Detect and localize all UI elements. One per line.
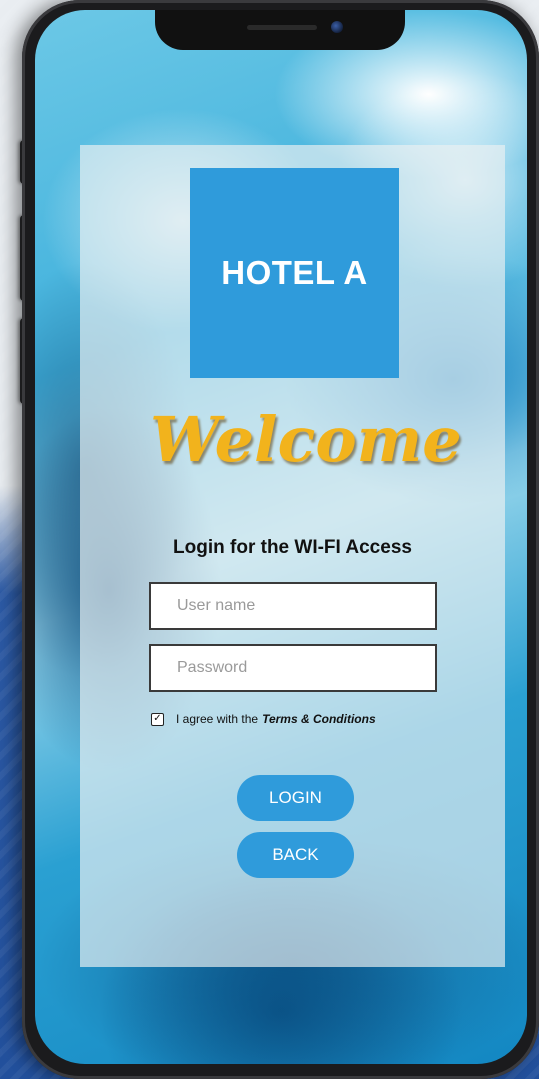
speaker-grille xyxy=(247,25,317,30)
welcome-heading: Welcome xyxy=(150,403,462,476)
hotel-logo-text: HOTEL A xyxy=(221,254,368,291)
hotel-logo: HOTEL A xyxy=(190,168,399,378)
agree-text: I agree with the xyxy=(176,712,259,726)
login-subtitle: Login for the WI-FI Access xyxy=(173,537,412,558)
password-input[interactable] xyxy=(149,644,437,692)
login-button[interactable]: LOGIN xyxy=(237,775,354,821)
check-icon: ✓ xyxy=(153,713,162,724)
username-input[interactable] xyxy=(149,582,437,630)
terms-link[interactable]: Terms & Conditions xyxy=(262,712,376,726)
phone-notch xyxy=(155,10,405,50)
back-button[interactable]: BACK xyxy=(237,832,354,878)
camera-icon xyxy=(331,21,343,33)
terms-agreement: ✓ I agree with the Terms & Conditions xyxy=(151,710,376,728)
agree-checkbox[interactable]: ✓ xyxy=(151,712,164,726)
